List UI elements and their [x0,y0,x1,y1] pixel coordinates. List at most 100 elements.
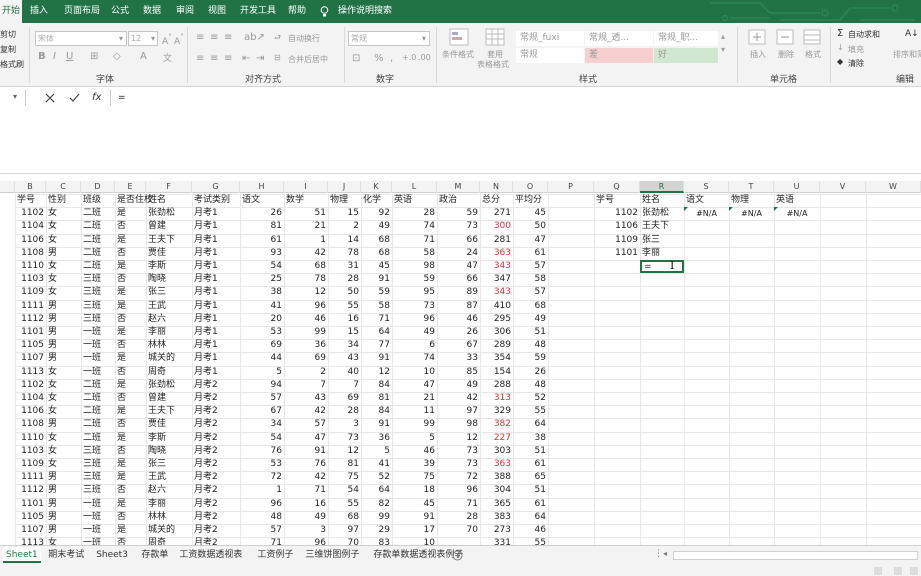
table-cell[interactable]: 一班 [81,352,115,365]
table-cell[interactable]: 89 [437,286,480,299]
table-cell[interactable]: 否 [115,537,146,545]
table-cell[interactable]: 71 [437,498,480,511]
currency-icon[interactable]: ⊡ [352,53,360,64]
merge-icon[interactable]: ⊟ [274,53,281,62]
table-cell[interactable]: 300 [480,220,513,233]
table-cell[interactable]: 81 [361,392,392,405]
lookup-header-cell[interactable]: 语文 [684,194,729,207]
table-cell[interactable]: 10 [392,366,437,379]
table-cell[interactable]: 1 [284,234,328,247]
column-header-l[interactable]: L [392,181,437,193]
table-cell[interactable]: 26 [513,366,548,379]
table-cell[interactable]: 张劲松 [146,207,192,220]
style-cell-6[interactable]: 好 [654,48,718,63]
table-cell[interactable]: 15 [328,207,361,220]
table-cell[interactable]: 91 [284,445,328,458]
table-header-cell[interactable]: 性别 [46,194,81,207]
table-cell[interactable]: 98 [437,418,480,431]
table-cell[interactable]: 1105 [15,339,46,352]
table-cell[interactable]: 女 [46,537,81,545]
table-cell[interactable]: 王武 [146,471,192,484]
table-cell[interactable]: 女 [46,458,81,471]
table-cell[interactable]: 月考2 [192,445,240,458]
font-name-select[interactable]: 宋体 ▾ [35,31,127,46]
table-cell[interactable]: 57 [513,260,548,273]
table-cell[interactable]: 54 [240,432,284,445]
table-cell[interactable]: 69 [284,352,328,365]
table-cell[interactable]: 5 [240,366,284,379]
table-cell[interactable]: 68 [361,247,392,260]
format-painter-button[interactable]: 格式刷 [0,59,24,70]
table-cell[interactable]: 34 [240,418,284,431]
table-cell[interactable]: 68 [284,260,328,273]
table-cell[interactable]: 99 [284,326,328,339]
table-cell[interactable]: 是 [115,286,146,299]
table-cell[interactable]: 26 [240,207,284,220]
table-cell[interactable]: 59 [437,207,480,220]
column-header-k[interactable]: K [361,181,392,193]
table-cell[interactable]: 月考2 [192,511,240,524]
table-cell[interactable]: 否 [115,313,146,326]
table-cell[interactable]: 月考1 [192,339,240,352]
table-cell[interactable]: 49 [513,313,548,326]
table-cell[interactable]: 59 [361,286,392,299]
table-cell[interactable]: 58 [513,273,548,286]
table-cell[interactable]: 16 [328,313,361,326]
table-header-cell[interactable]: 是否住校 [115,194,153,207]
table-cell[interactable]: 1101 [15,498,46,511]
table-cell[interactable]: 68 [513,300,548,313]
table-cell[interactable]: 388 [480,471,513,484]
table-cell[interactable]: 1110 [15,260,46,273]
table-cell[interactable]: 98 [392,260,437,273]
table-cell[interactable]: 是 [115,300,146,313]
sheet-tab-6[interactable]: 三维饼图例子 [305,547,359,563]
table-cell[interactable]: 77 [361,339,392,352]
table-cell[interactable]: 7 [328,379,361,392]
tab-developer[interactable]: 开发工具 [240,0,276,23]
table-cell[interactable]: 一班 [81,326,115,339]
table-cell[interactable]: 3 [284,524,328,537]
tab-options-icon[interactable]: ⋮ [654,549,663,559]
table-cell[interactable]: 否 [115,418,146,431]
table-cell[interactable]: 58 [392,247,437,260]
enter-icon[interactable] [69,93,80,103]
table-cell[interactable]: 周奇 [146,366,192,379]
lookup-header-cell[interactable]: 学号 [594,194,640,207]
table-cell[interactable]: 49 [437,379,480,392]
table-cell[interactable]: 1102 [15,379,46,392]
percent-icon[interactable]: % [374,53,384,64]
table-cell[interactable]: 一班 [81,524,115,537]
wrap-text-button[interactable]: 自动换行 [288,33,320,44]
table-cell[interactable]: 61 [513,458,548,471]
table-cell[interactable]: 55 [328,498,361,511]
column-header-o[interactable]: O [513,181,548,193]
table-cell[interactable]: 15 [328,326,361,339]
table-header-cell[interactable]: 考试类别 [192,194,240,207]
table-cell[interactable]: 154 [480,366,513,379]
table-cell[interactable]: 14 [328,234,361,247]
tell-me-search[interactable]: 操作说明搜索 [338,0,392,23]
table-cell[interactable]: 月考2 [192,432,240,445]
table-cell[interactable]: 贾佳 [146,418,192,431]
table-cell[interactable]: 三班 [81,300,115,313]
table-cell[interactable]: 57 [240,524,284,537]
copy-button[interactable]: 复制 [0,44,16,55]
align-center-icon[interactable]: ≡ [210,53,218,64]
styles-scroll-down-icon[interactable]: ▾ [721,45,725,54]
table-cell[interactable]: 月考2 [192,379,240,392]
table-cell[interactable]: 72 [437,471,480,484]
table-cell[interactable]: 28 [392,207,437,220]
table-cell[interactable]: 一班 [81,339,115,352]
table-cell[interactable]: 73 [437,220,480,233]
table-cell[interactable]: 383 [480,511,513,524]
table-cell[interactable]: 1103 [15,445,46,458]
fill-color-icon[interactable]: ◇ [113,51,121,62]
table-cell[interactable]: 343 [480,286,513,299]
table-cell[interactable]: 1113 [15,366,46,379]
table-cell[interactable]: 否 [115,339,146,352]
table-cell[interactable]: 46 [392,445,437,458]
table-cell[interactable]: 否 [115,247,146,260]
table-header-cell[interactable]: 化学 [361,194,392,207]
column-header-e[interactable]: E [115,181,146,193]
table-cell[interactable]: 69 [328,392,361,405]
